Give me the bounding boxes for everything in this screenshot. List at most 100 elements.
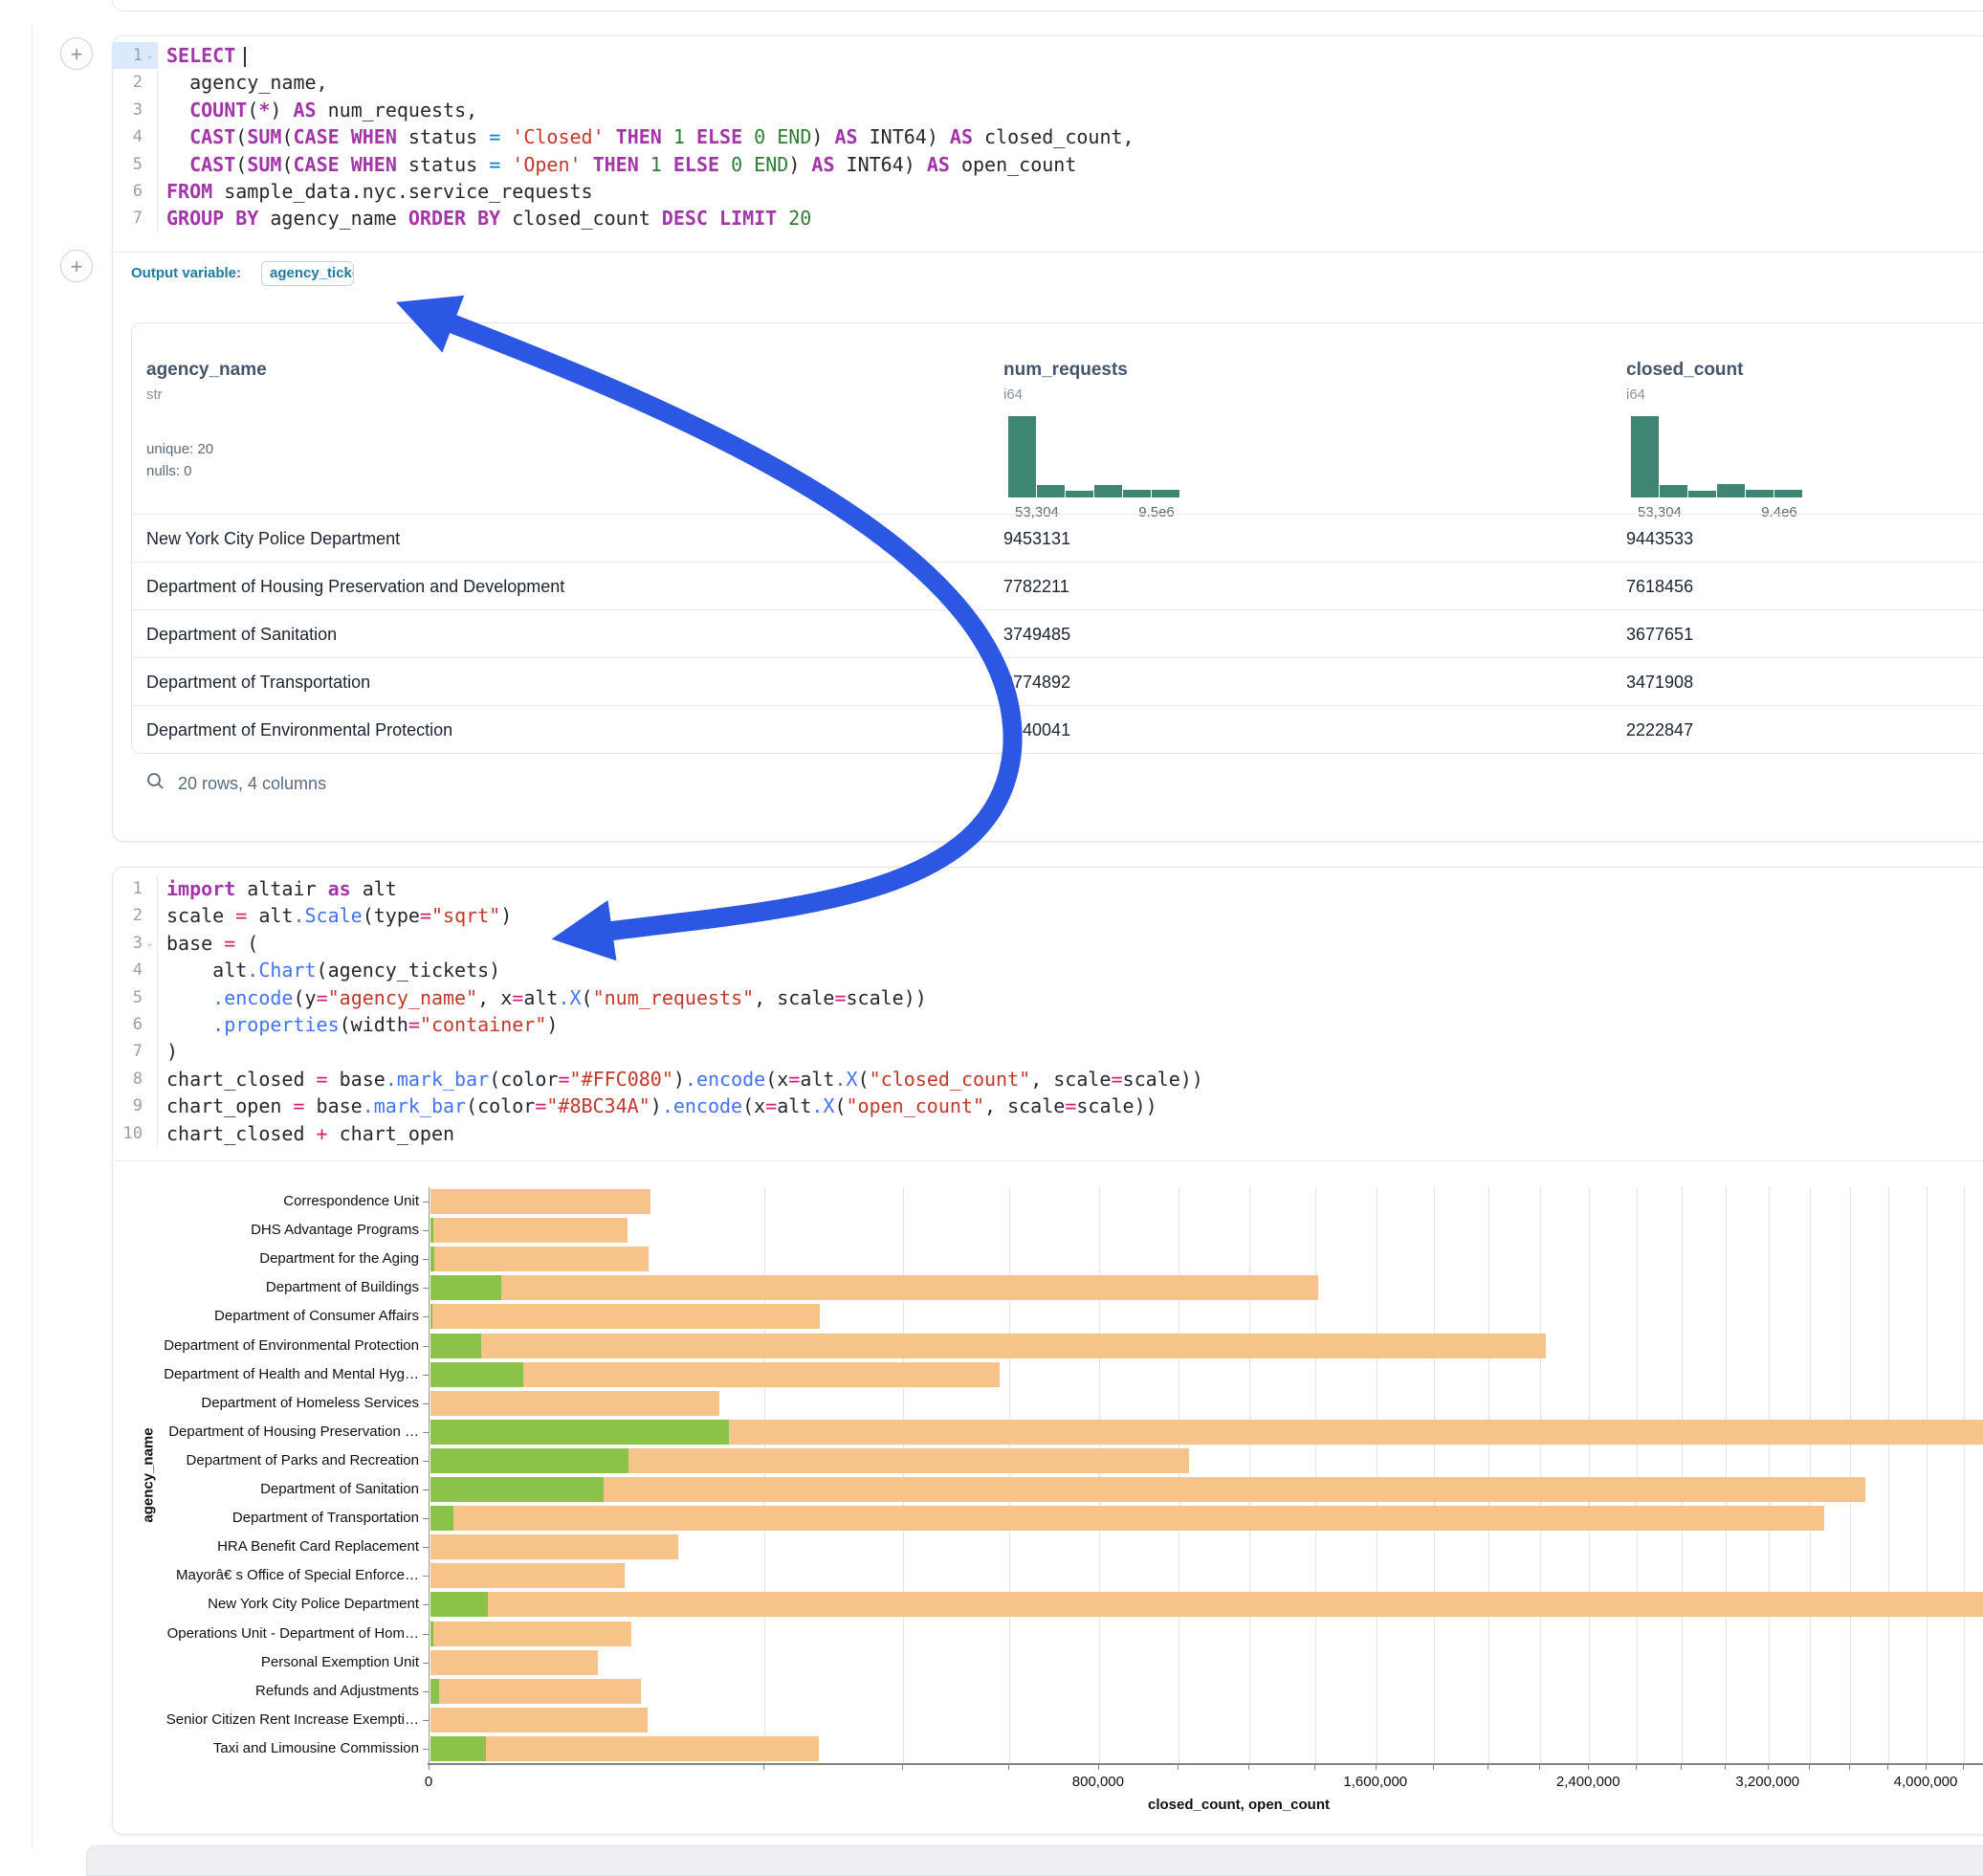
table-row[interactable]: Department of Housing Preservation and D… xyxy=(132,562,1983,610)
python-line[interactable]: 9chart_open = base.mark_bar(color="#8BC3… xyxy=(113,1092,1983,1119)
python-line[interactable]: 2scale = alt.Scale(type="sqrt") xyxy=(113,902,1983,929)
sql-line[interactable]: 4 CAST(SUM(CASE WHEN status = 'Closed' T… xyxy=(113,123,1983,150)
code-token: COUNT xyxy=(189,99,247,121)
x-axis-tick xyxy=(1849,1765,1850,1770)
table-row[interactable]: New York City Police Department945313194… xyxy=(132,514,1983,563)
search-icon[interactable] xyxy=(146,772,165,795)
x-axis-tick-label: 2,400,000 xyxy=(1556,1774,1620,1790)
code-token: CAST xyxy=(189,125,235,148)
code-token xyxy=(166,986,212,1009)
python-line[interactable]: 4 alt.Chart(agency_tickets) xyxy=(113,957,1983,983)
python-line[interactable]: 10chart_closed + chart_open xyxy=(113,1120,1983,1147)
y-axis-title: agency_name xyxy=(141,1427,157,1522)
code-token: ELSE xyxy=(696,125,742,148)
code-token: THEN xyxy=(616,125,662,148)
column-header[interactable]: closed_count xyxy=(1626,360,1743,381)
code-token: ( xyxy=(834,1094,846,1117)
code-token: "#FFC080" xyxy=(569,1068,672,1091)
code-token: agency_name xyxy=(258,207,408,230)
closed_count-bar xyxy=(430,1622,631,1646)
code-token: closed_count, xyxy=(973,125,1135,148)
python-code-editor[interactable]: 1import altair as alt2scale = alt.Scale(… xyxy=(113,875,1983,1147)
code-token xyxy=(582,153,593,176)
table-cell: 2240041 xyxy=(1003,706,1070,754)
sql-line[interactable]: 5 CAST(SUM(CASE WHEN status = 'Open' THE… xyxy=(113,151,1983,178)
previous-cell-edge xyxy=(112,0,1983,11)
sql-line[interactable]: 2 agency_name, xyxy=(113,69,1983,96)
code-token: 1 xyxy=(662,125,696,148)
python-line[interactable]: 5 .encode(y="agency_name", x=alt.X("num_… xyxy=(113,984,1983,1011)
add-cell-button-mid[interactable]: + xyxy=(60,250,93,282)
closed_count-bar xyxy=(430,1391,719,1416)
y-axis-tick xyxy=(423,1259,429,1260)
code-token: FROM xyxy=(166,180,212,203)
gridline xyxy=(764,1187,765,1763)
table-row[interactable]: Department of Environmental Protection22… xyxy=(132,705,1983,754)
fold-chevron-icon[interactable]: ⌄ xyxy=(143,930,157,957)
python-line[interactable]: 3⌄base = ( xyxy=(113,930,1983,957)
gridline xyxy=(903,1187,904,1763)
code-token: .encode xyxy=(662,1094,742,1117)
table-row[interactable]: Department of Transportation377489234719… xyxy=(132,657,1983,706)
sql-cell: 1⌄SELECT2 agency_name,3 COUNT(*) AS num_… xyxy=(112,35,1983,842)
code-token: ) xyxy=(673,1068,685,1091)
closed_count-bar xyxy=(430,1563,625,1588)
x-axis-tick xyxy=(1588,1765,1589,1770)
line-number-gutter: 5 xyxy=(113,151,157,178)
code-token: "num_requests" xyxy=(593,986,755,1009)
python-line[interactable]: 6 .properties(width="container") xyxy=(113,1011,1983,1038)
code-token: ) xyxy=(546,1013,558,1036)
line-number-gutter: 3 xyxy=(113,97,157,123)
code-token: AS xyxy=(294,99,317,121)
python-line[interactable]: 7) xyxy=(113,1038,1983,1065)
code-token: closed_count xyxy=(500,207,662,230)
code-token: ( xyxy=(235,153,247,176)
code-token: "agency_name" xyxy=(328,986,478,1009)
code-line-text: SELECT xyxy=(157,42,1983,69)
fold-chevron-icon[interactable]: ⌄ xyxy=(143,42,157,69)
code-line-text: COUNT(*) AS num_requests, xyxy=(157,97,1983,123)
python-line[interactable]: 1import altair as alt xyxy=(113,875,1983,902)
open_count-bar xyxy=(430,1275,501,1300)
output-variable-badge[interactable]: agency_tickets xyxy=(261,261,354,286)
sql-line[interactable]: 6FROM sample_data.nyc.service_requests xyxy=(113,178,1983,205)
column-header[interactable]: num_requests xyxy=(1003,360,1128,381)
sql-line[interactable]: 7GROUP BY agency_name ORDER BY closed_co… xyxy=(113,205,1983,232)
y-axis-label: Taxi and Limousine Commission xyxy=(113,1740,419,1756)
code-token: .encode xyxy=(212,986,293,1009)
python-line[interactable]: 8chart_closed = base.mark_bar(color="#FF… xyxy=(113,1066,1983,1092)
code-token: (y xyxy=(293,986,316,1009)
closed_count-bar xyxy=(430,1275,1318,1300)
column-header[interactable]: agency_name xyxy=(146,360,267,381)
line-number-gutter: 3⌄ xyxy=(113,930,157,957)
y-axis-tick xyxy=(423,1634,429,1635)
code-token: ( xyxy=(582,986,593,1009)
code-token: sample_data.nyc.service_requests xyxy=(212,180,592,203)
sql-line[interactable]: 3 COUNT(*) AS num_requests, xyxy=(113,97,1983,123)
x-axis-tick xyxy=(1725,1765,1726,1770)
histogram-bar xyxy=(1094,485,1122,497)
line-number: 9 xyxy=(113,1092,143,1119)
add-cell-button-top[interactable]: + xyxy=(60,37,93,70)
x-axis-tick xyxy=(1539,1765,1540,1770)
gridline xyxy=(1249,1187,1250,1763)
code-token: = xyxy=(317,1068,328,1091)
code-token: CASE xyxy=(293,153,339,176)
column-stat: unique: 20 xyxy=(146,438,213,460)
code-token: , scale xyxy=(1030,1068,1111,1091)
code-token: scale xyxy=(166,904,235,927)
x-axis-title: closed_count, open_count xyxy=(1148,1797,1330,1813)
closed_count-bar xyxy=(430,1334,1546,1358)
gridline xyxy=(1726,1187,1727,1763)
code-line-text: chart_closed + chart_open xyxy=(157,1120,1983,1147)
closed_count-bar xyxy=(430,1708,648,1733)
code-token: = xyxy=(317,986,328,1009)
code-token: alt xyxy=(166,959,247,982)
code-token: "closed_count" xyxy=(870,1068,1031,1091)
y-axis-tick xyxy=(423,1346,429,1347)
table-row[interactable]: Department of Sanitation37494853677651 xyxy=(132,609,1983,658)
sql-line[interactable]: 1⌄SELECT xyxy=(113,42,1983,69)
code-token: .Chart xyxy=(247,959,316,982)
gridline xyxy=(1434,1187,1435,1763)
sql-code-editor[interactable]: 1⌄SELECT2 agency_name,3 COUNT(*) AS num_… xyxy=(113,42,1983,232)
